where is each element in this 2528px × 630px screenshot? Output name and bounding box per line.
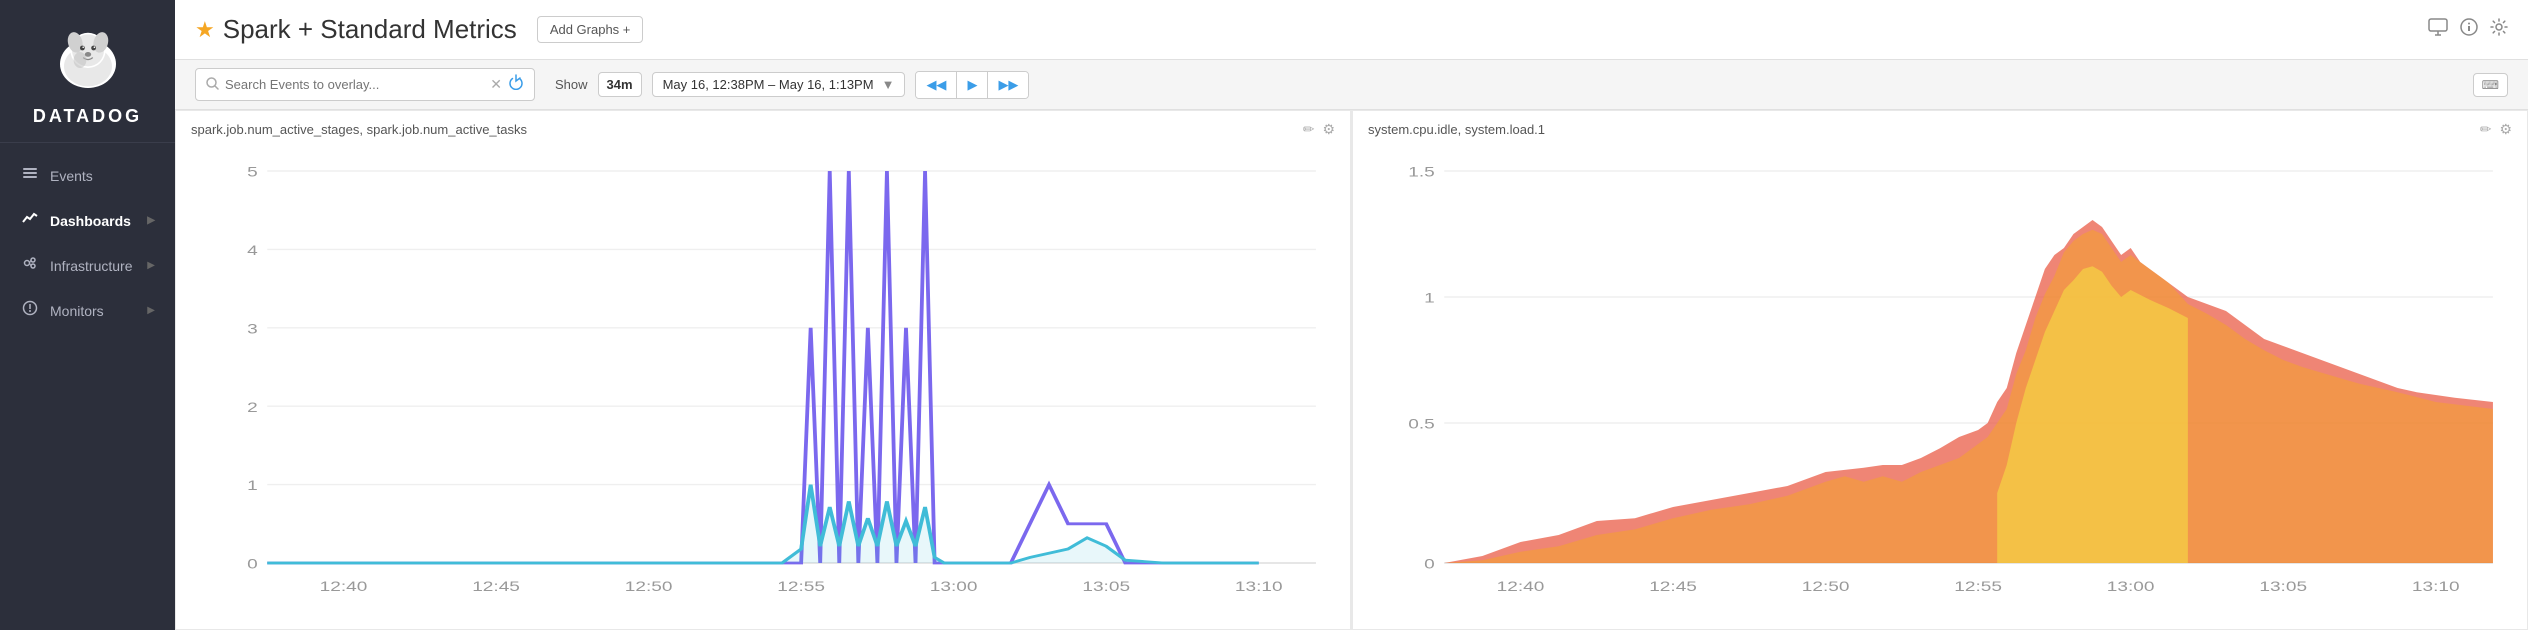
datadog-logo <box>48 20 128 100</box>
svg-text:13:00: 13:00 <box>930 578 978 594</box>
brand-name: DATADOG <box>33 106 142 127</box>
sidebar-item-infrastructure-label: Infrastructure <box>50 258 132 274</box>
sidebar-item-monitors-label: Monitors <box>50 303 104 319</box>
sidebar-item-infrastructure[interactable]: Infrastructure ▶ <box>0 243 175 288</box>
svg-text:13:00: 13:00 <box>2107 578 2155 594</box>
chart1-body: 5 4 3 2 1 0 12:40 12:45 12:50 12:55 13:0… <box>191 143 1335 619</box>
svg-text:0: 0 <box>1424 556 1435 572</box>
time-range-caret: ▼ <box>882 77 895 92</box>
infrastructure-icon <box>20 255 40 276</box>
prev-prev-button[interactable]: ◀◀ <box>916 72 957 98</box>
svg-text:0: 0 <box>247 556 258 572</box>
info-icon[interactable] <box>2460 18 2478 41</box>
svg-text:1.5: 1.5 <box>1408 164 1435 180</box>
svg-text:12:45: 12:45 <box>472 578 520 594</box>
toolbar: ✕ Show 34m May 16, 12:38PM – May 16, 1:1… <box>175 60 2528 110</box>
search-input[interactable] <box>225 77 484 92</box>
svg-text:13:10: 13:10 <box>1235 578 1283 594</box>
sidebar-item-events-label: Events <box>50 168 93 184</box>
svg-text:12:40: 12:40 <box>320 578 368 594</box>
chart2-title: system.cpu.idle, system.load.1 <box>1368 122 2480 137</box>
svg-text:0.5: 0.5 <box>1408 416 1435 432</box>
charts-area: spark.job.num_active_stages, spark.job.n… <box>175 110 2528 630</box>
svg-text:3: 3 <box>247 321 258 337</box>
search-box[interactable]: ✕ <box>195 68 535 101</box>
chart1-edit-icon[interactable]: ✏ <box>1303 121 1315 138</box>
chart2-actions: ✏ ⚙ <box>2480 121 2512 138</box>
chart1-settings-icon[interactable]: ⚙ <box>1322 121 1335 138</box>
svg-text:1: 1 <box>1424 290 1435 306</box>
search-icon <box>206 77 219 93</box>
time-navigation-buttons: ◀◀ ▶ ▶▶ <box>915 71 1029 99</box>
time-range-text: May 16, 12:38PM – May 16, 1:13PM <box>663 77 874 92</box>
events-icon <box>20 165 40 186</box>
chart2-settings-icon[interactable]: ⚙ <box>2499 121 2512 138</box>
logo-area: DATADOG <box>0 0 175 143</box>
chart1-title: spark.job.num_active_stages, spark.job.n… <box>191 122 1303 137</box>
next-next-button[interactable]: ▶▶ <box>988 72 1028 98</box>
svg-text:13:10: 13:10 <box>2412 578 2460 594</box>
svg-text:13:05: 13:05 <box>1082 578 1130 594</box>
monitors-icon <box>20 300 40 321</box>
sidebar-item-dashboards[interactable]: Dashboards ▶ <box>0 198 175 243</box>
svg-text:12:55: 12:55 <box>1954 578 2002 594</box>
chart2-svg: 1.5 1 0.5 0 12:40 12:45 12:50 12:55 13:0… <box>1368 143 2512 619</box>
show-label: Show <box>555 77 588 92</box>
topbar: ★ Spark + Standard Metrics Add Graphs + <box>175 0 2528 60</box>
svg-text:13:05: 13:05 <box>2259 578 2307 594</box>
sidebar-nav: Events Dashboards ▶ Infrastructu <box>0 153 175 333</box>
time-range-selector[interactable]: May 16, 12:38PM – May 16, 1:13PM ▼ <box>652 72 906 97</box>
svg-text:12:55: 12:55 <box>777 578 825 594</box>
chart1-svg: 5 4 3 2 1 0 12:40 12:45 12:50 12:55 13:0… <box>191 143 1335 619</box>
chart-spark-jobs: spark.job.num_active_stages, spark.job.n… <box>175 110 1351 630</box>
sidebar-item-dashboards-label: Dashboards <box>50 213 131 229</box>
search-clear-icon[interactable]: ✕ <box>490 76 502 93</box>
favorite-star-icon[interactable]: ★ <box>195 17 215 43</box>
infrastructure-chevron: ▶ <box>147 260 155 271</box>
settings-icon[interactable] <box>2490 18 2508 41</box>
add-graphs-button[interactable]: Add Graphs + <box>537 16 644 43</box>
svg-text:12:40: 12:40 <box>1497 578 1545 594</box>
play-button[interactable]: ▶ <box>957 72 988 98</box>
svg-text:1: 1 <box>247 478 258 494</box>
svg-text:4: 4 <box>247 242 258 258</box>
svg-text:5: 5 <box>247 164 258 180</box>
sidebar-item-monitors[interactable]: Monitors ▶ <box>0 288 175 333</box>
keyboard-shortcut-button[interactable]: ⌨ <box>2473 73 2508 97</box>
monitor-icon[interactable] <box>2428 18 2448 41</box>
time-duration-pill[interactable]: 34m <box>598 72 642 97</box>
chart2-header: system.cpu.idle, system.load.1 ✏ ⚙ <box>1368 121 2512 138</box>
monitors-chevron: ▶ <box>147 305 155 316</box>
svg-text:12:50: 12:50 <box>1802 578 1850 594</box>
svg-text:2: 2 <box>247 399 258 415</box>
chart1-actions: ✏ ⚙ <box>1303 121 1335 138</box>
sidebar: DATADOG Events Dashboards ▶ <box>0 0 175 630</box>
dashboards-icon <box>20 210 40 231</box>
chart1-header: spark.job.num_active_stages, spark.job.n… <box>191 121 1335 138</box>
topbar-actions <box>2428 18 2508 41</box>
page-title: Spark + Standard Metrics <box>223 14 517 45</box>
chart2-body: 1.5 1 0.5 0 12:40 12:45 12:50 12:55 13:0… <box>1368 143 2512 619</box>
search-power-icon[interactable] <box>508 74 524 95</box>
chart2-edit-icon[interactable]: ✏ <box>2480 121 2492 138</box>
dashboards-chevron: ▶ <box>147 215 155 226</box>
sidebar-item-events[interactable]: Events <box>0 153 175 198</box>
svg-text:12:50: 12:50 <box>625 578 673 594</box>
chart-system: system.cpu.idle, system.load.1 ✏ ⚙ 1.5 1… <box>1351 110 2528 630</box>
main-content: ★ Spark + Standard Metrics Add Graphs + <box>175 0 2528 630</box>
svg-text:12:45: 12:45 <box>1649 578 1697 594</box>
